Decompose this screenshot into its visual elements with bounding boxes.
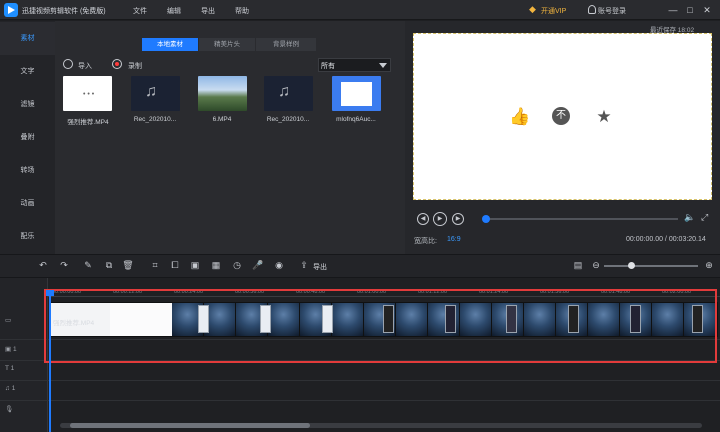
scrollbar-thumb[interactable] <box>70 423 310 428</box>
nav-item-transition[interactable]: 转场 <box>0 154 55 187</box>
track-number: 1 <box>11 385 16 392</box>
undo-icon[interactable]: ↶ <box>37 259 49 271</box>
tab-intro-clips[interactable]: 精美片头 <box>199 38 255 51</box>
split-icon[interactable]: ⧉ <box>103 259 115 271</box>
circle-icon: 不 <box>552 107 570 125</box>
seek-handle[interactable] <box>482 215 490 223</box>
nav-item-animation[interactable]: 动画 <box>0 187 55 220</box>
next-frame-button[interactable]: ▶ <box>452 213 464 225</box>
track-number: 1 <box>12 346 17 353</box>
crop-icon[interactable]: ⌗ <box>149 259 161 271</box>
media-item-label: 6.MP4 <box>212 116 232 123</box>
star-icon: ★ <box>596 107 612 126</box>
record-button[interactable]: 录制 <box>128 61 142 71</box>
app-title: 迅捷视频剪辑软件 (免费版) <box>22 8 106 15</box>
record-icon[interactable] <box>112 59 122 69</box>
user-icon <box>588 5 596 14</box>
zoom-slider[interactable] <box>604 265 698 267</box>
highlight-annotation <box>44 289 717 363</box>
import-button[interactable]: 导入 <box>78 61 92 71</box>
resize-icon[interactable]: ⧠ <box>169 259 181 271</box>
microphone-track-icon: 🎙 <box>5 406 14 413</box>
play-button[interactable]: ▶ <box>433 212 447 226</box>
media-panel <box>55 21 405 254</box>
media-item-label: Rec_202010... <box>266 116 310 123</box>
clock-icon[interactable]: ◷ <box>231 259 243 271</box>
image-icon[interactable]: ▣ <box>189 259 201 271</box>
menu-export[interactable]: 导出 <box>201 6 215 16</box>
menu-edit[interactable]: 编辑 <box>167 6 181 16</box>
volume-icon[interactable]: 🔈 <box>684 212 695 223</box>
chevron-down-icon <box>379 63 387 68</box>
tab-background-samples[interactable]: 背景样例 <box>256 38 316 51</box>
freeze-frame-icon[interactable]: ◉ <box>273 259 285 271</box>
tab-local-material[interactable]: 本地素材 <box>142 38 198 51</box>
media-item-label: 强烈推荐.MP4 <box>67 119 109 126</box>
track-divider <box>0 400 720 401</box>
menu-file[interactable]: 文件 <box>133 6 147 16</box>
media-item[interactable] <box>332 76 381 111</box>
media-item[interactable] <box>198 76 247 111</box>
zoom-out-icon[interactable]: ⊖ <box>590 259 602 271</box>
left-nav: 素材 文字 滤镜 叠附 转场 动画 配乐 <box>0 21 55 254</box>
music-note-icon: ♫ <box>145 83 157 100</box>
export-button[interactable]: 导出 <box>313 262 327 272</box>
time-readout: 00:00:00.00 / 00:03:20.14 <box>626 236 706 243</box>
redo-icon[interactable]: ↷ <box>58 259 70 271</box>
track-divider <box>0 380 720 381</box>
nav-item-music[interactable]: 配乐 <box>0 220 55 253</box>
zoom-slider-handle[interactable] <box>628 262 635 269</box>
nav-item-material[interactable]: 素材 <box>0 22 55 55</box>
edit-icon[interactable]: ✎ <box>82 259 94 271</box>
export-icon[interactable]: ⇪ <box>298 259 310 271</box>
media-item[interactable]: ♫ <box>131 76 180 111</box>
vip-button[interactable]: 开通VIP <box>541 6 566 16</box>
zoom-in-icon[interactable]: ⊕ <box>703 259 715 271</box>
maximize-icon[interactable]: □ <box>683 3 697 17</box>
music-track-label: ♫ 1 <box>5 385 16 392</box>
app-logo-icon <box>4 3 18 17</box>
close-icon[interactable]: ✕ <box>700 3 714 17</box>
playhead[interactable] <box>49 291 51 432</box>
media-item-label: Rec_202010... <box>133 116 177 123</box>
seek-bar[interactable] <box>484 218 678 220</box>
fullscreen-icon[interactable]: ⤢ <box>701 212 708 223</box>
nav-item-filter[interactable]: 滤镜 <box>0 88 55 121</box>
nav-item-text[interactable]: 文字 <box>0 55 55 88</box>
media-item-label: mlofnq6Auc... <box>336 116 376 123</box>
filter-value: 所有 <box>321 63 335 70</box>
media-item[interactable]: • • • <box>63 76 112 111</box>
delete-icon[interactable]: 🗑 <box>122 259 134 271</box>
video-track-icon: ▭ <box>5 317 12 324</box>
aspect-ratio-value[interactable]: 16:9 <box>447 236 461 243</box>
minimize-icon[interactable]: — <box>666 3 680 17</box>
music-note-icon: ♫ <box>278 83 290 100</box>
import-icon[interactable] <box>63 59 73 69</box>
diamond-icon: ◆ <box>529 4 536 14</box>
thumbs-up-icon: 👍 <box>509 107 531 126</box>
menu-help[interactable]: 帮助 <box>235 6 249 16</box>
media-item[interactable]: ♫ <box>264 76 313 111</box>
pip-track-label: ▣ 1 <box>5 346 17 353</box>
track-number: 1 <box>10 365 15 372</box>
fit-timeline-icon[interactable]: ▤ <box>572 259 584 271</box>
text-track-label: T 1 <box>5 365 15 372</box>
previous-frame-button[interactable]: ◀ <box>417 213 429 225</box>
aspect-ratio-label: 宽高比: <box>414 238 437 245</box>
mosaic-icon[interactable]: ▦ <box>210 259 222 271</box>
microphone-icon[interactable]: 🎤 <box>252 259 264 271</box>
nav-item-overlay[interactable]: 叠附 <box>0 121 55 154</box>
login-button[interactable]: 账号登录 <box>598 6 626 16</box>
